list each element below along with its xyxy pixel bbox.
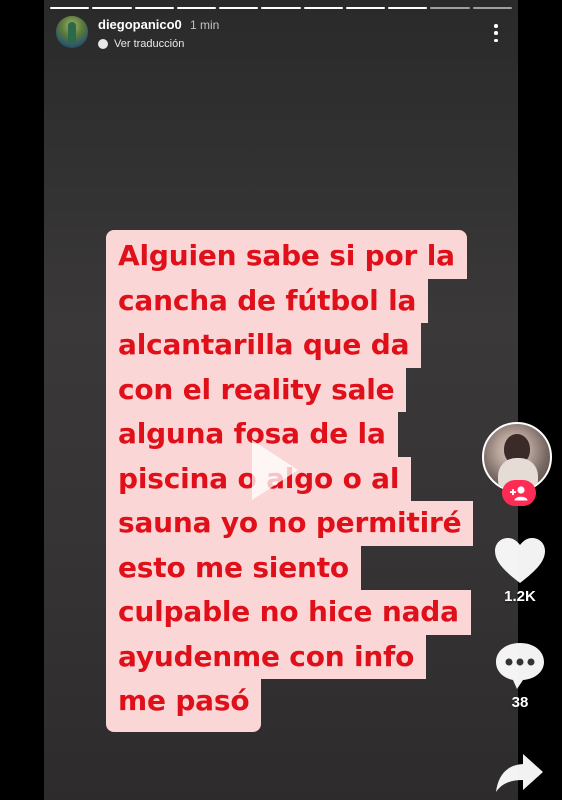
story-text-line: culpable no hice nada <box>106 590 471 635</box>
progress-segment <box>303 7 343 9</box>
comment-icon <box>496 643 544 689</box>
story-text-line: con el reality sale <box>106 367 407 412</box>
play-icon[interactable] <box>252 440 298 500</box>
user-avatar[interactable] <box>56 16 88 48</box>
comment-count: 38 <box>511 694 529 711</box>
more-vertical-icon[interactable] <box>494 24 498 42</box>
story-text-line: cancha de fútbol la <box>106 278 429 323</box>
story-progress-bars <box>50 7 512 9</box>
progress-segment <box>430 7 470 9</box>
comment-button[interactable]: 38 <box>490 640 550 711</box>
translate-icon <box>98 39 108 49</box>
story-text-line: esto me siento <box>106 545 361 590</box>
translate-link[interactable]: Ver traducción <box>98 38 184 50</box>
story-text-line: alcantarilla que da <box>106 323 422 368</box>
follow-button[interactable] <box>502 480 536 506</box>
story-text-line: ayudenme con info <box>106 634 427 679</box>
share-icon <box>496 754 543 792</box>
progress-segment <box>92 7 132 9</box>
progress-segment <box>261 7 301 9</box>
progress-segment <box>176 7 217 9</box>
story-text-line: me pasó <box>106 679 262 732</box>
story-text-line: Alguien sabe si por la <box>106 230 467 279</box>
progress-segment <box>345 7 386 9</box>
progress-segment <box>134 7 174 9</box>
story-frame[interactable]: diegopanico0 1 min Ver traducción Alguie… <box>44 0 518 800</box>
progress-segment <box>472 7 512 9</box>
like-count: 1.2K <box>504 588 536 605</box>
story-text-line: sauna yo no permitiré <box>106 501 474 546</box>
story-header: diegopanico0 1 min Ver traducción <box>56 16 506 56</box>
progress-segment <box>219 7 259 9</box>
share-button[interactable] <box>490 750 550 794</box>
username[interactable]: diegopanico0 <box>98 17 182 32</box>
add-user-icon <box>510 486 528 501</box>
progress-segment <box>388 7 428 9</box>
translate-label: Ver traducción <box>114 38 185 50</box>
timestamp: 1 min <box>190 18 220 32</box>
like-button[interactable]: 1.2K <box>490 536 550 605</box>
heart-icon <box>495 538 545 583</box>
progress-segment <box>50 7 90 9</box>
